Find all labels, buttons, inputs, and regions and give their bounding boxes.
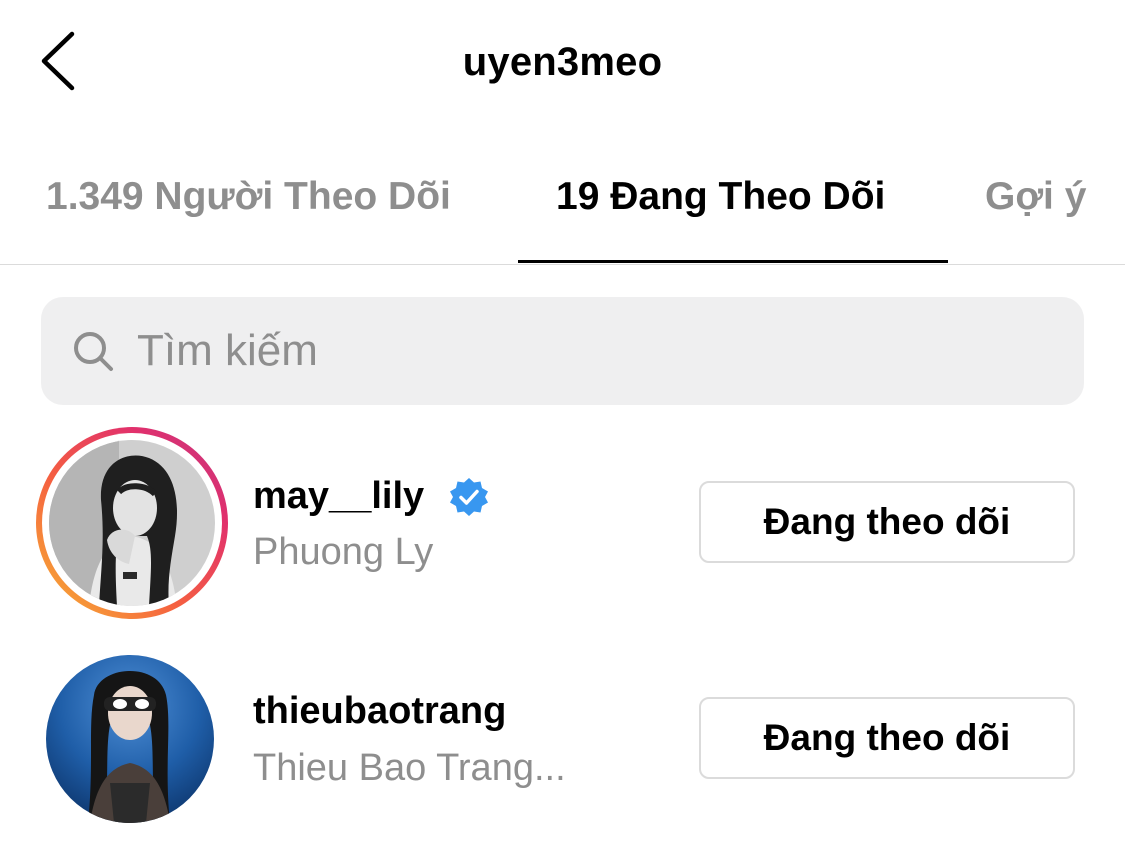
search-bar[interactable] [41,297,1084,405]
tab-followers[interactable]: 1.349 Người Theo Dõi [46,175,451,219]
story-ring[interactable] [36,427,228,619]
full-name: Thieu Bao Trang... [253,747,566,789]
search-icon [74,332,113,371]
list-item: thieubaotrang Thieu Bao Trang... Đang th… [0,645,1125,845]
following-button[interactable]: Đang theo dõi [699,697,1075,779]
username[interactable]: may__lily [253,475,424,518]
verified-badge-icon [450,478,488,516]
tab-suggestions[interactable]: Gợi ý [985,175,1086,219]
avatar [49,440,215,606]
header-bar: uyen3meo [0,0,1125,135]
search-input[interactable] [137,297,1037,405]
tab-bar: 1.349 Người Theo Dõi 19 Đang Theo Dõi Gợ… [0,150,1125,265]
following-button[interactable]: Đang theo dõi [699,481,1075,563]
tab-following[interactable]: 19 Đang Theo Dõi [556,175,885,219]
list-item: may__lily Phuong Ly Đang theo dõi [0,425,1125,625]
avatar-button[interactable] [46,655,214,823]
username[interactable]: thieubaotrang [253,690,506,733]
active-tab-indicator [518,260,948,263]
avatar [46,655,214,823]
page-title: uyen3meo [462,40,663,84]
full-name: Phuong Ly [253,531,434,573]
